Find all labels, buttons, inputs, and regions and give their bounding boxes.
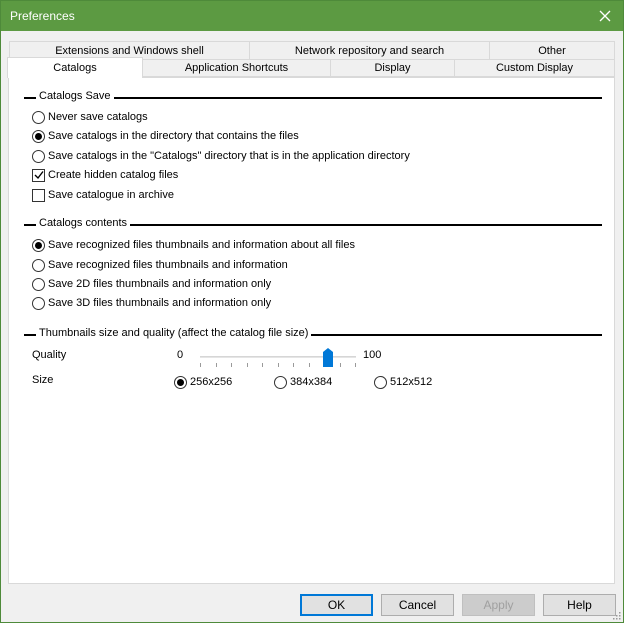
apply-button: Apply bbox=[462, 594, 535, 616]
option-label: Save 2D files thumbnails and information… bbox=[48, 278, 272, 290]
radio-selected-dot bbox=[35, 132, 42, 140]
radio-button[interactable] bbox=[274, 375, 287, 389]
option-label: Save catalogs in the "Catalogs" director… bbox=[48, 150, 410, 162]
section-title: Catalogs contents bbox=[36, 217, 131, 229]
tab-label: Extensions and Windows shell bbox=[55, 44, 204, 57]
radio-save-all-files-info[interactable]: Save recognized files thumbnails and inf… bbox=[32, 238, 355, 252]
radio-save-in-catalogs-directory[interactable]: Save catalogs in the "Catalogs" director… bbox=[32, 149, 410, 163]
tab-display[interactable]: Display bbox=[330, 59, 455, 77]
tab-label: Application Shortcuts bbox=[184, 62, 289, 74]
ok-button[interactable]: OK bbox=[300, 594, 373, 616]
size-label: Size bbox=[32, 374, 54, 386]
help-button[interactable]: Help bbox=[543, 594, 616, 616]
option-label: Save 3D files thumbnails and information… bbox=[48, 297, 272, 309]
radio-button[interactable] bbox=[32, 238, 45, 252]
section-title: Thumbnails size and quality (affect the … bbox=[36, 327, 312, 339]
radio-save-2d-files-only[interactable]: Save 2D files thumbnails and information… bbox=[32, 277, 271, 291]
button-label: Cancel bbox=[398, 598, 437, 612]
option-label: Save catalogs in the directory that cont… bbox=[48, 130, 299, 142]
checkmark-icon bbox=[34, 171, 44, 180]
tab-custom-display[interactable]: Custom Display bbox=[454, 59, 615, 77]
tab-other[interactable]: Other bbox=[489, 41, 615, 60]
catalogs-save-section: Catalogs Save bbox=[24, 90, 602, 104]
checkbox[interactable] bbox=[32, 168, 45, 182]
button-label: Apply bbox=[483, 598, 514, 612]
tab-application-shortcuts[interactable]: Application Shortcuts bbox=[142, 59, 331, 77]
quality-slider-thumb[interactable] bbox=[323, 348, 333, 367]
cancel-button[interactable]: Cancel bbox=[381, 594, 454, 616]
tab-label: Custom Display bbox=[495, 62, 574, 74]
quality-label: Quality bbox=[32, 349, 67, 361]
radio-save-recognized-files-info[interactable]: Save recognized files thumbnails and inf… bbox=[32, 258, 288, 272]
catalogs-contents-section: Catalogs contents bbox=[24, 217, 602, 231]
radio-size-384[interactable]: 384x384 bbox=[274, 375, 332, 389]
option-label: 384x384 bbox=[290, 376, 333, 388]
radio-button[interactable] bbox=[374, 375, 387, 389]
radio-button[interactable] bbox=[32, 277, 45, 291]
thumbnails-section: Thumbnails size and quality (affect the … bbox=[24, 327, 602, 341]
quality-max-label: 100 bbox=[363, 349, 382, 361]
close-button[interactable] bbox=[587, 1, 623, 31]
tab-network-repository-search[interactable]: Network repository and search bbox=[249, 41, 490, 60]
radio-button[interactable] bbox=[32, 296, 45, 310]
checkbox[interactable] bbox=[32, 188, 45, 202]
radio-save-3d-files-only[interactable]: Save 3D files thumbnails and information… bbox=[32, 296, 271, 310]
radio-size-512[interactable]: 512x512 bbox=[374, 375, 432, 389]
tab-label: Network repository and search bbox=[294, 44, 445, 57]
option-label: Save catalogue in archive bbox=[48, 189, 174, 201]
title-bar: Preferences bbox=[1, 1, 623, 31]
tab-label: Other bbox=[538, 44, 566, 57]
button-label: OK bbox=[327, 598, 346, 612]
section-title: Catalogs Save bbox=[36, 90, 114, 102]
close-icon bbox=[599, 10, 611, 22]
radio-button[interactable] bbox=[174, 375, 187, 389]
radio-selected-dot bbox=[177, 378, 184, 386]
radio-save-in-files-directory[interactable]: Save catalogs in the directory that cont… bbox=[32, 129, 299, 143]
checkbox-create-hidden-catalog-files[interactable]: Create hidden catalog files bbox=[32, 168, 178, 182]
option-label: Create hidden catalog files bbox=[48, 169, 179, 181]
option-label: Save recognized files thumbnails and inf… bbox=[48, 239, 355, 251]
window-title: Preferences bbox=[10, 9, 75, 23]
option-label: 256x256 bbox=[190, 376, 233, 388]
option-label: 512x512 bbox=[390, 376, 433, 388]
tab-label: Catalogs bbox=[53, 62, 97, 74]
tab-label: Display bbox=[374, 62, 411, 74]
button-label: Help bbox=[567, 598, 592, 612]
checkbox-save-catalogue-in-archive[interactable]: Save catalogue in archive bbox=[32, 188, 174, 202]
radio-button[interactable] bbox=[32, 149, 45, 163]
radio-button[interactable] bbox=[32, 258, 45, 272]
tab-catalogs[interactable]: Catalogs bbox=[7, 57, 143, 78]
radio-button[interactable] bbox=[32, 129, 45, 143]
preferences-window: Preferences Extensions and Windows shell… bbox=[0, 0, 624, 623]
radio-size-256[interactable]: 256x256 bbox=[174, 375, 232, 389]
option-label: Never save catalogs bbox=[48, 111, 148, 123]
resize-grip-icon[interactable] bbox=[611, 610, 621, 620]
radio-never-save-catalogs[interactable]: Never save catalogs bbox=[32, 110, 148, 124]
radio-selected-dot bbox=[35, 241, 42, 249]
radio-button[interactable] bbox=[32, 110, 45, 124]
option-label: Save recognized files thumbnails and inf… bbox=[48, 259, 288, 271]
quality-min-label: 0 bbox=[177, 349, 184, 361]
